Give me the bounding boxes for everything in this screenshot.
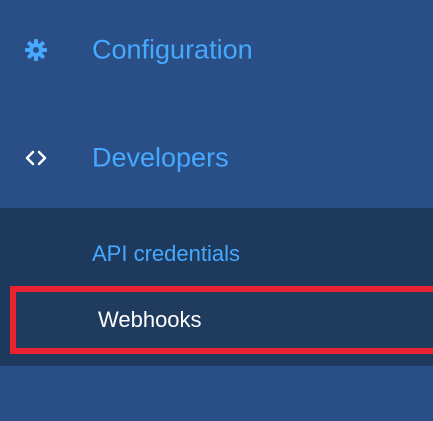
submenu-item-api-credentials[interactable]: API credentials <box>0 224 433 284</box>
sidebar-item-developers[interactable]: Developers <box>0 108 433 208</box>
code-icon <box>24 146 48 170</box>
submenu-item-label: Webhooks <box>98 307 202 332</box>
developers-submenu: API credentials Webhooks <box>0 208 433 366</box>
sidebar-item-configuration[interactable]: Configuration <box>0 0 433 100</box>
gear-icon <box>24 38 48 62</box>
sidebar-item-label: Configuration <box>92 34 253 65</box>
submenu-item-label: API credentials <box>92 241 240 266</box>
submenu-item-webhooks[interactable]: Webhooks <box>10 286 433 354</box>
sidebar-item-label: Developers <box>92 142 229 173</box>
sidebar-nav: Configuration Developers API credentials… <box>0 0 433 421</box>
